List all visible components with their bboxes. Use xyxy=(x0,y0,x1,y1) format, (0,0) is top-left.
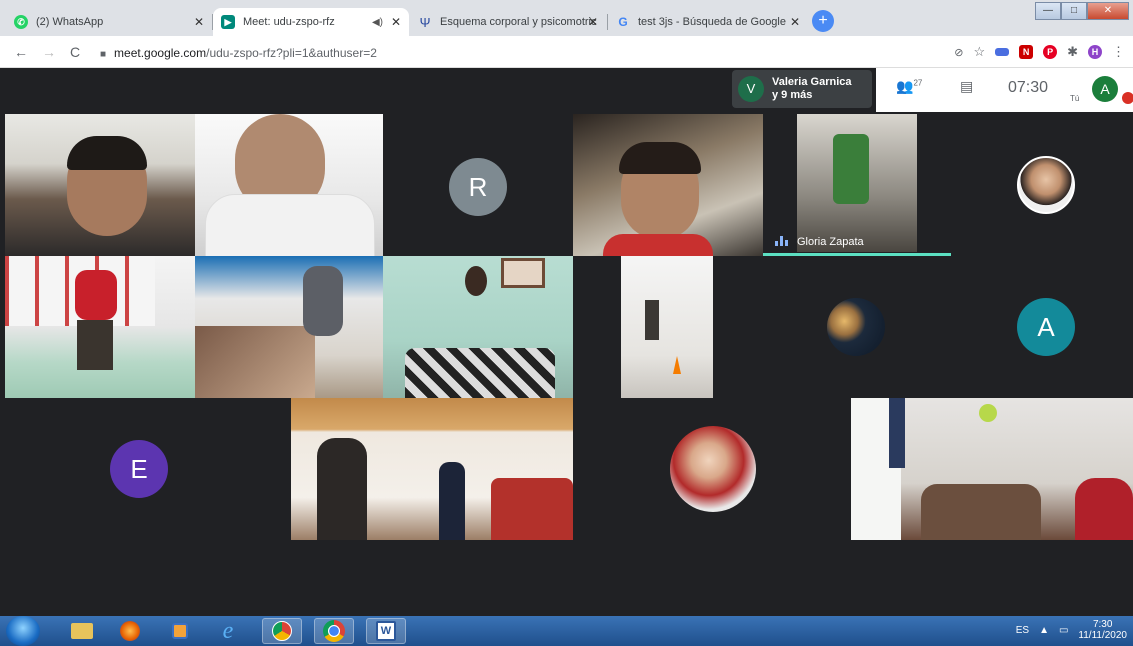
people-icon[interactable]: 👥27 xyxy=(896,78,922,95)
participant-video[interactable] xyxy=(5,114,195,256)
participant-video[interactable]: Gloria Zapata xyxy=(763,114,951,256)
presenter-name: Valeria Garnica xyxy=(772,76,852,88)
avatar xyxy=(670,426,756,512)
extensions-bar: ⊘ ☆ N P ✱ H ⋮ xyxy=(954,44,1125,60)
participants-count: 27 xyxy=(913,78,923,88)
internet-explorer-icon[interactable]: e xyxy=(208,618,248,644)
url-field[interactable]: ■ meet.google.com/udu-zspo-rfz?pli=1&auth… xyxy=(100,42,880,64)
meeting-time: 07:30 xyxy=(1008,79,1049,96)
clock-time: 7:30 xyxy=(1092,619,1113,630)
new-tab-button[interactable]: + xyxy=(812,10,834,32)
tab-label: Meet: udu-zspo-rfz xyxy=(243,16,335,28)
chrome-window-icon[interactable] xyxy=(262,618,302,644)
video-grid: R Gloria Zapata A E xyxy=(0,112,1133,616)
taskbar-clock[interactable]: 7:30 11/11/2020 xyxy=(1078,619,1127,641)
participant-video[interactable] xyxy=(291,398,573,540)
close-tab-icon[interactable]: ✕ xyxy=(790,15,800,29)
maximize-button[interactable]: □ xyxy=(1061,2,1087,20)
language-indicator[interactable]: ES xyxy=(1016,625,1029,636)
pinterest-icon[interactable]: P xyxy=(1043,45,1058,59)
close-tab-icon[interactable]: ✕ xyxy=(391,15,401,29)
participant-tile[interactable] xyxy=(763,256,951,398)
google-icon: G xyxy=(618,15,628,29)
participant-video[interactable] xyxy=(195,114,383,256)
reload-icon[interactable]: C xyxy=(70,44,80,60)
participant-name: Gloria Zapata xyxy=(797,236,864,248)
firefox-icon[interactable] xyxy=(110,618,150,644)
tab-esquema[interactable]: Ψ Esquema corporal y psicomotric ✕ xyxy=(410,8,606,36)
close-tab-icon[interactable]: ✕ xyxy=(588,15,598,29)
chrome-icon[interactable] xyxy=(314,618,354,644)
tray-expand-icon[interactable]: ▲ xyxy=(1039,625,1049,636)
bookmark-star-icon[interactable]: ☆ xyxy=(973,44,985,60)
presenter-chip[interactable]: V Valeria Garnica y 9 más xyxy=(732,70,872,108)
clock-date: 11/11/2020 xyxy=(1078,630,1127,641)
system-tray: ES ▲ ▭ 7:30 11/11/2020 xyxy=(1016,619,1127,641)
avatar: R xyxy=(449,158,507,216)
back-icon[interactable]: ← xyxy=(14,44,28,60)
chat-icon[interactable]: ▤ xyxy=(960,78,973,95)
participant-video[interactable] xyxy=(5,256,195,398)
tab-label: (2) WhatsApp xyxy=(36,16,104,28)
tab-whatsapp[interactable]: ✆ (2) WhatsApp ✕ xyxy=(6,8,212,36)
menu-icon[interactable]: ⋮ xyxy=(1112,44,1125,60)
avatar xyxy=(827,298,885,356)
browser-tab-bar: ✆ (2) WhatsApp ✕ ▶ Meet: udu-zspo-rfz ◀)… xyxy=(0,0,1133,36)
avatar: V xyxy=(738,76,764,102)
close-window-button[interactable]: ✕ xyxy=(1087,2,1129,20)
network-icon[interactable]: ▭ xyxy=(1059,625,1068,636)
profile-icon[interactable]: H xyxy=(1088,45,1102,59)
windows-taskbar: e W ES ▲ ▭ 7:30 11/11/2020 xyxy=(0,616,1133,646)
participant-tile[interactable] xyxy=(951,114,1133,256)
close-tab-icon[interactable]: ✕ xyxy=(194,15,204,29)
participant-tile[interactable]: R xyxy=(383,114,573,256)
tab-google-search[interactable]: G test 3js - Búsqueda de Google ✕ xyxy=(608,8,808,36)
participant-video[interactable] xyxy=(573,256,763,398)
media-player-icon[interactable] xyxy=(160,618,200,644)
google-meet-icon: ▶ xyxy=(221,15,235,29)
url-path: /udu-zspo-rfz?pli=1&authuser=2 xyxy=(206,46,377,60)
address-bar-row: ← → C ■ meet.google.com/udu-zspo-rfz?pli=… xyxy=(0,36,1133,68)
whatsapp-icon: ✆ xyxy=(14,15,28,29)
speaking-indicator-icon xyxy=(775,236,789,246)
word-icon[interactable]: W xyxy=(366,618,406,644)
explorer-icon[interactable] xyxy=(62,618,102,644)
start-button[interactable] xyxy=(6,616,40,646)
notification-badge xyxy=(1122,92,1133,104)
camera-blocked-icon[interactable]: ⊘ xyxy=(954,46,963,59)
participant-video[interactable] xyxy=(573,114,763,256)
tab-label: Esquema corporal y psicomotric xyxy=(440,16,597,28)
minimize-button[interactable]: — xyxy=(1035,2,1061,20)
psi-icon: Ψ xyxy=(419,14,431,30)
extension-icon[interactable]: N xyxy=(1019,45,1034,59)
tab-google-meet[interactable]: ▶ Meet: udu-zspo-rfz ◀) ✕ xyxy=(213,8,409,36)
participant-tile[interactable]: A xyxy=(951,256,1133,398)
lock-icon: ■ xyxy=(100,49,107,60)
puzzle-icon[interactable]: ✱ xyxy=(1067,44,1078,60)
forward-icon[interactable]: → xyxy=(42,44,56,60)
avatar xyxy=(1017,156,1075,214)
participant-video[interactable] xyxy=(383,256,573,398)
speaker-icon[interactable]: ◀) xyxy=(372,17,383,28)
tab-label: test 3js - Búsqueda de Google xyxy=(638,16,786,28)
participant-video[interactable] xyxy=(195,256,383,398)
participant-tile[interactable]: E xyxy=(5,398,291,540)
url-host: meet.google.com xyxy=(114,46,207,60)
extension-icon[interactable] xyxy=(995,48,1010,56)
self-avatar[interactable]: A xyxy=(1092,76,1118,102)
presenter-more: y 9 más xyxy=(772,89,813,101)
avatar: A xyxy=(1017,298,1075,356)
avatar: E xyxy=(110,440,168,498)
meet-top-bar: V Valeria Garnica y 9 más 👥27 ▤ 07:30 Tú… xyxy=(0,68,1133,112)
window-controls: — □ ✕ xyxy=(1035,2,1129,20)
self-label: Tú xyxy=(1070,94,1080,103)
participant-tile[interactable] xyxy=(573,398,851,540)
participant-video[interactable] xyxy=(851,398,1133,540)
